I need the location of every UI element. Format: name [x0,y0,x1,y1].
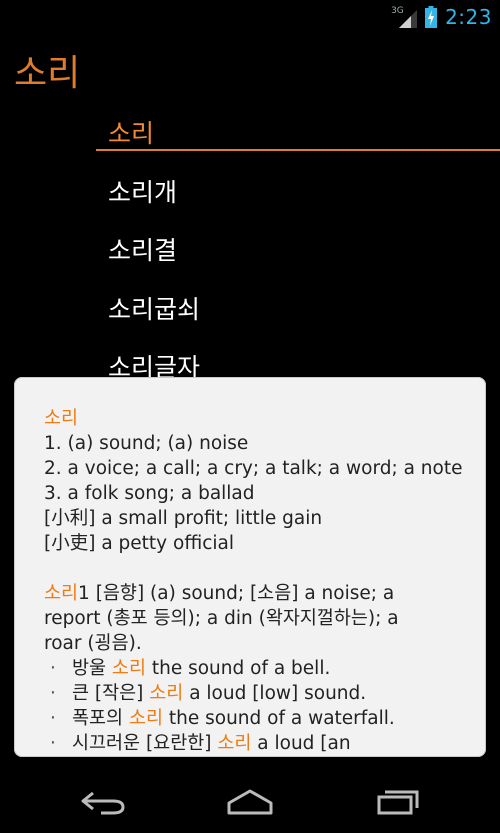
entry2-line1: 소리1 [음향] (a) sound; [소음] a noise; a [44,581,474,606]
sense-line: 1. (a) sound; (a) noise [44,433,249,454]
example-text: a loud [low] sound. [183,683,367,704]
example-text: the sound of a waterfall. [163,708,395,729]
sense-line: 3. a folk song; a ballad [44,483,255,504]
navigation-bar [0,765,500,833]
entry-headword: 소리 [44,583,79,604]
sense-line: 2. a voice; a call; a cry; a talk; a wor… [44,458,463,479]
example-highlight: 소리 [111,658,146,679]
selection-divider [96,149,500,151]
example-text: 방울 [72,658,112,679]
recent-apps-icon [377,790,419,815]
example-text: 큰 [작은] [72,683,150,704]
status-bar: 3G 2:23 [0,0,500,33]
list-item[interactable]: 소리결 [108,231,177,267]
list-item[interactable]: 소리굽쇠 [108,290,200,326]
example-text: the sound of a bell. [145,658,331,679]
entry2-line1-text: 1 [음향] (a) sound; [소음] a noise; a [78,583,395,604]
search-title: 소리 [14,53,81,94]
example-highlight: 소리 [128,708,163,729]
bullet-dot-icon: · [50,708,56,729]
battery-charging-icon [425,5,438,28]
back-button[interactable] [74,787,134,817]
example-text: 폭포의 [72,708,129,729]
status-icons: 3G 2:23 [391,4,492,29]
status-clock: 2:23 [445,4,492,29]
bullet-dot-icon: · [50,683,56,704]
definition-content: 소리 1. (a) sound; (a) noise 2. a voice; a… [44,406,474,756]
entry2-line3: roar (굉음). [44,633,142,654]
entry-headword: 소리 [44,408,79,429]
list-item[interactable]: 소리 [108,114,154,150]
example-line: · 방울 소리 the sound of a bell. [44,656,474,681]
sense-line: [小吏] a petty official [44,533,234,554]
recent-apps-button[interactable] [366,787,426,817]
definition-popup[interactable]: 소리 1. (a) sound; (a) noise 2. a voice; a… [14,377,486,757]
bullet-dot-icon: · [50,658,56,679]
signal-icon: 3G [391,6,418,28]
example-highlight: 소리 [149,683,184,704]
example-highlight: 소리 [217,733,252,754]
entry-spacer [44,556,474,581]
example-line: · 폭포의 소리 the sound of a waterfall. [44,706,474,731]
bullet-dot-icon: · [50,733,56,754]
example-text: a loud [an [251,733,351,754]
entry2-line2: report (총포 등의); a din (왁자지껄하는); a [44,608,399,629]
home-button[interactable] [220,787,280,817]
list-item[interactable]: 소리개 [108,173,177,209]
sense-line: [小利] a small profit; little gain [44,508,323,529]
back-icon [81,791,125,815]
example-text: 시끄러운 [요란한] [72,733,218,754]
home-icon [227,789,273,815]
example-line: · 큰 [작은] 소리 a loud [low] sound. [44,681,474,706]
example-line: · 시끄러운 [요란한] 소리 a loud [an [44,731,474,756]
